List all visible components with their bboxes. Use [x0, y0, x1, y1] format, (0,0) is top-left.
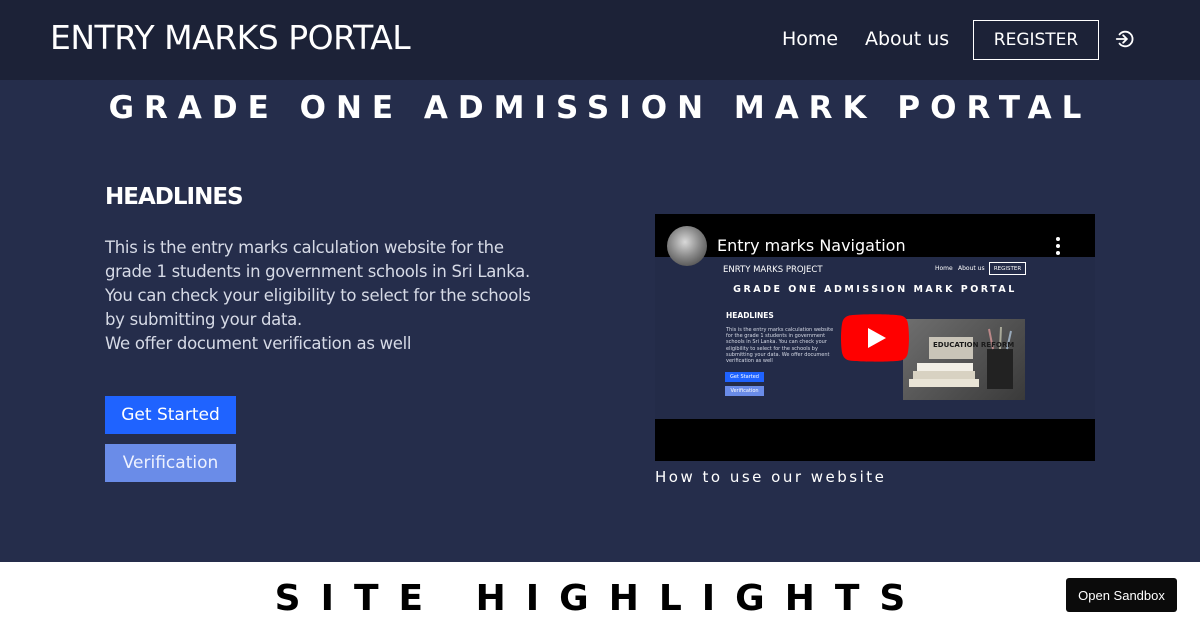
navbar: ENTRY MARKS PORTAL Home About us REGISTE…: [0, 0, 1200, 80]
site-highlights-heading: SITE HIGHLIGHTS: [274, 578, 926, 619]
thumb-image-text: EDUCATION REFORM: [933, 341, 1015, 349]
channel-avatar[interactable]: [667, 226, 707, 266]
headline-line: We offer document verification as well: [105, 334, 412, 353]
video-header: Entry marks Navigation: [655, 214, 1095, 269]
thumb-headlines: HEADLINES: [726, 311, 774, 320]
thumb-title: GRADE ONE ADMISSION MARK PORTAL: [733, 284, 1017, 295]
headlines-text: This is the entry marks calculation webs…: [105, 236, 550, 356]
get-started-button[interactable]: Get Started: [105, 396, 236, 434]
thumb-verification: Verification: [725, 386, 764, 396]
hero-section: GRADE ONE ADMISSION MARK PORTAL HEADLINE…: [0, 80, 1200, 562]
video-title[interactable]: Entry marks Navigation: [717, 236, 906, 255]
thumb-get-started: Get Started: [725, 372, 764, 382]
nav-about-link[interactable]: About us: [865, 28, 949, 50]
nav-home-link[interactable]: Home: [782, 28, 838, 50]
brand-logo[interactable]: ENTRY MARKS PORTAL: [50, 18, 411, 57]
register-button[interactable]: REGISTER: [973, 20, 1099, 60]
headlines-heading: HEADLINES: [105, 184, 244, 210]
video-player[interactable]: ENRTY MARKS PROJECT Home About us REGIST…: [655, 214, 1095, 461]
open-sandbox-button[interactable]: Open Sandbox: [1066, 578, 1177, 612]
education-reform-image: EDUCATION REFORM: [903, 319, 1025, 400]
video-caption: How to use our website: [655, 468, 887, 486]
play-icon[interactable]: [841, 314, 909, 362]
headline-line: This is the entry marks calculation webs…: [105, 238, 530, 281]
books-illustration: [909, 326, 1013, 389]
verification-button[interactable]: Verification: [105, 444, 236, 482]
login-icon[interactable]: [1114, 28, 1136, 50]
page-title: GRADE ONE ADMISSION MARK PORTAL: [108, 90, 1092, 126]
headline-line: You can check your eligibility to select…: [105, 286, 531, 329]
more-options-icon[interactable]: [1053, 236, 1063, 256]
thumb-text: This is the entry marks calculation webs…: [726, 327, 834, 365]
